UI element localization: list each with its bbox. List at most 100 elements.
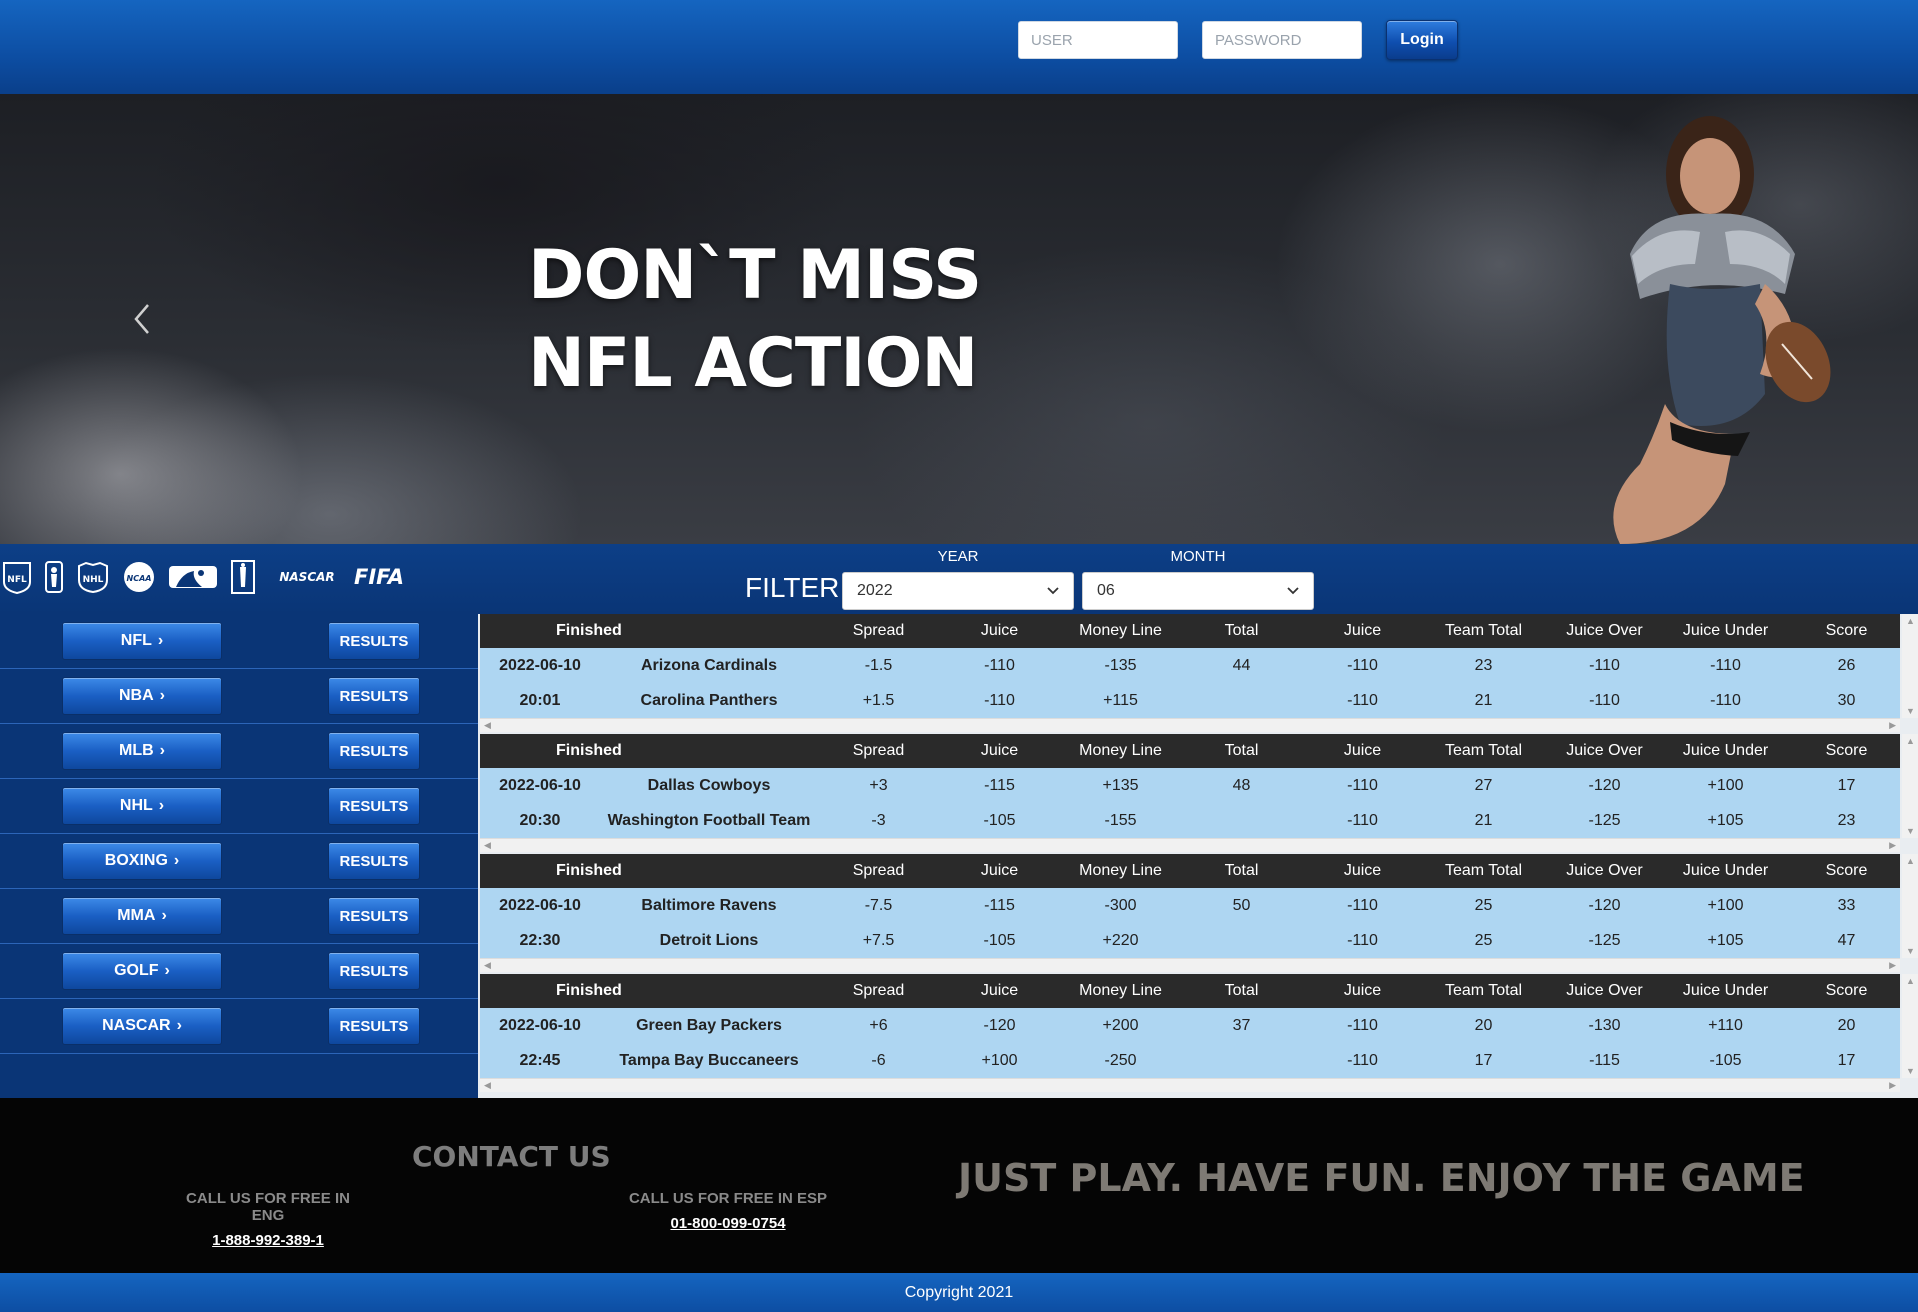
- nfl-button[interactable]: NFL ›: [62, 622, 222, 660]
- nascar-logo-icon[interactable]: NASCAR: [278, 558, 336, 596]
- carousel-prev-icon[interactable]: [128, 299, 158, 339]
- year-select[interactable]: 2022: [842, 572, 1074, 610]
- cell-juice-over: -110: [1589, 656, 1620, 674]
- team-name: Arizona Cardinals: [640, 656, 778, 674]
- login-button[interactable]: Login: [1386, 20, 1458, 60]
- game-date: 2022-06-10: [499, 896, 581, 914]
- vertical-scrollbar[interactable]: ▲ ▼: [1902, 854, 1918, 958]
- copyright: Copyright 2021: [0, 1273, 1918, 1312]
- cell-team-total: 21: [1474, 811, 1493, 829]
- scroll-right-icon[interactable]: ▶: [1889, 840, 1896, 851]
- mlb-button[interactable]: MLB ›: [62, 732, 222, 770]
- scroll-up-icon[interactable]: ▲: [1906, 616, 1915, 626]
- scroll-up-icon[interactable]: ▲: [1906, 736, 1915, 746]
- cell-juice: -120: [983, 1016, 1016, 1034]
- game-table: Finished Spread Juice Money Line Total Juice T…: [480, 734, 1900, 838]
- cell-juice: +100: [981, 1051, 1018, 1069]
- golf-results-button[interactable]: RESULTS: [328, 952, 420, 990]
- vertical-scrollbar[interactable]: ▲ ▼: [1902, 734, 1918, 838]
- mma-results-button[interactable]: RESULTS: [328, 897, 420, 935]
- scroll-up-icon[interactable]: ▲: [1906, 856, 1915, 866]
- nhl-button[interactable]: NHL ›: [62, 787, 222, 825]
- vertical-scrollbar[interactable]: ▲ ▼: [1902, 614, 1918, 718]
- user-input[interactable]: [1018, 21, 1178, 59]
- nfl-results-button[interactable]: RESULTS: [328, 622, 420, 660]
- column-header: Juice: [980, 862, 1019, 879]
- chevron-right-icon: ›: [161, 907, 167, 924]
- cell-juice-over: -125: [1588, 811, 1621, 829]
- horizontal-scrollbar[interactable]: ◀ ▶: [480, 838, 1900, 852]
- cell-score: 17: [1837, 776, 1856, 794]
- horizontal-scrollbar[interactable]: ◀ ▶: [480, 958, 1900, 972]
- scroll-down-icon[interactable]: ▼: [1906, 706, 1915, 716]
- scroll-left-icon[interactable]: ◀: [484, 1080, 491, 1091]
- table-row: 20:30 Washington Football Team -3 -105 -155 -…: [480, 803, 1900, 838]
- nba-results-button[interactable]: RESULTS: [328, 677, 420, 715]
- scroll-down-icon[interactable]: ▼: [1906, 1066, 1915, 1076]
- cell-juice-under: +105: [1707, 931, 1744, 949]
- nascar-button[interactable]: NASCAR ›: [62, 1007, 222, 1045]
- golf-button[interactable]: GOLF ›: [62, 952, 222, 990]
- tagline: JUST PLAY. HAVE FUN. ENJOY THE GAME: [958, 1156, 1805, 1200]
- fifa-logo-icon[interactable]: FIFA: [354, 558, 404, 596]
- mma-button[interactable]: MMA ›: [62, 897, 222, 935]
- password-input[interactable]: [1202, 21, 1362, 59]
- vertical-scrollbar[interactable]: ▲ ▼: [1902, 974, 1918, 1078]
- cell-total-juice: -110: [1347, 691, 1378, 709]
- team-name: Tampa Bay Buccaneers: [619, 1051, 799, 1069]
- horizontal-scrollbar[interactable]: ◀ ▶: [480, 1078, 1900, 1092]
- nascar-results-button[interactable]: RESULTS: [328, 1007, 420, 1045]
- cell-money-line: -250: [1104, 1051, 1137, 1069]
- scroll-left-icon[interactable]: ◀: [484, 720, 491, 731]
- cell-juice-over: -120: [1588, 776, 1621, 794]
- sport-label: BOXING: [104, 852, 168, 869]
- scroll-right-icon[interactable]: ▶: [1889, 720, 1896, 731]
- cell-spread: +6: [869, 1016, 888, 1034]
- column-header: Juice Under: [1682, 622, 1769, 639]
- scroll-right-icon[interactable]: ▶: [1889, 960, 1896, 971]
- cell-spread: +1.5: [862, 691, 895, 709]
- column-header: Score: [1825, 862, 1868, 879]
- month-select[interactable]: 06: [1082, 572, 1314, 610]
- pga-logo-icon[interactable]: [230, 558, 256, 596]
- scroll-left-icon[interactable]: ◀: [484, 960, 491, 971]
- mlb-results-button[interactable]: RESULTS: [328, 732, 420, 770]
- scroll-left-icon[interactable]: ◀: [484, 840, 491, 851]
- team-name: Dallas Cowboys: [647, 776, 771, 794]
- table-row: 2022-06-10 Dallas Cowboys +3 -115 +135 48 -110…: [480, 768, 1900, 803]
- team-name: Washington Football Team: [607, 811, 811, 829]
- column-header: Score: [1825, 622, 1868, 639]
- sports-filter-bar: NFL NHL NCAA NASCAR FIFA FILTER YEAR 202…: [0, 544, 1918, 614]
- eng-phone-link[interactable]: 1-888-992-389-1: [168, 1232, 368, 1249]
- cell-money-line: +115: [1103, 691, 1138, 709]
- column-header: Money Line: [1079, 622, 1162, 639]
- column-header: Team Total: [1444, 742, 1523, 759]
- boxing-button[interactable]: BOXING ›: [62, 842, 222, 880]
- mlb-logo-icon[interactable]: [168, 558, 218, 596]
- sport-label: MMA: [117, 907, 156, 924]
- call-eng: CALL US FOR FREE IN ENG 1-888-992-389-1: [168, 1190, 368, 1249]
- table-header: Finished Spread Juice Money Line Total Juice T…: [480, 734, 1900, 768]
- nhl-logo-icon[interactable]: NHL: [76, 558, 110, 596]
- column-header: Finished: [556, 862, 622, 879]
- column-header: Juice Over: [1566, 742, 1643, 759]
- nhl-results-button[interactable]: RESULTS: [328, 787, 420, 825]
- game-block: Finished Spread Juice Money Line Total Juice T…: [478, 974, 1918, 1094]
- nba-logo-icon[interactable]: [44, 558, 64, 596]
- chevron-right-icon: ›: [158, 797, 165, 814]
- boxing-results-button[interactable]: RESULTS: [328, 842, 420, 880]
- nfl-logo-icon[interactable]: NFL: [2, 558, 32, 596]
- football-player-image: [1613, 116, 1831, 544]
- esp-phone-link[interactable]: 01-800-099-0754: [628, 1215, 828, 1232]
- ncaa-logo-icon[interactable]: NCAA: [122, 558, 156, 596]
- scroll-up-icon[interactable]: ▲: [1906, 976, 1915, 986]
- cell-juice-under: +100: [1707, 776, 1744, 794]
- column-header: Juice Under: [1682, 862, 1769, 879]
- nba-button[interactable]: NBA ›: [62, 677, 222, 715]
- scroll-down-icon[interactable]: ▼: [1906, 946, 1915, 956]
- scroll-down-icon[interactable]: ▼: [1906, 826, 1915, 836]
- column-header: Spread: [852, 742, 905, 759]
- scroll-right-icon[interactable]: ▶: [1889, 1080, 1896, 1091]
- horizontal-scrollbar[interactable]: ◀ ▶: [480, 718, 1900, 732]
- table-header: Finished Spread Juice Money Line Total Juice T…: [480, 614, 1900, 648]
